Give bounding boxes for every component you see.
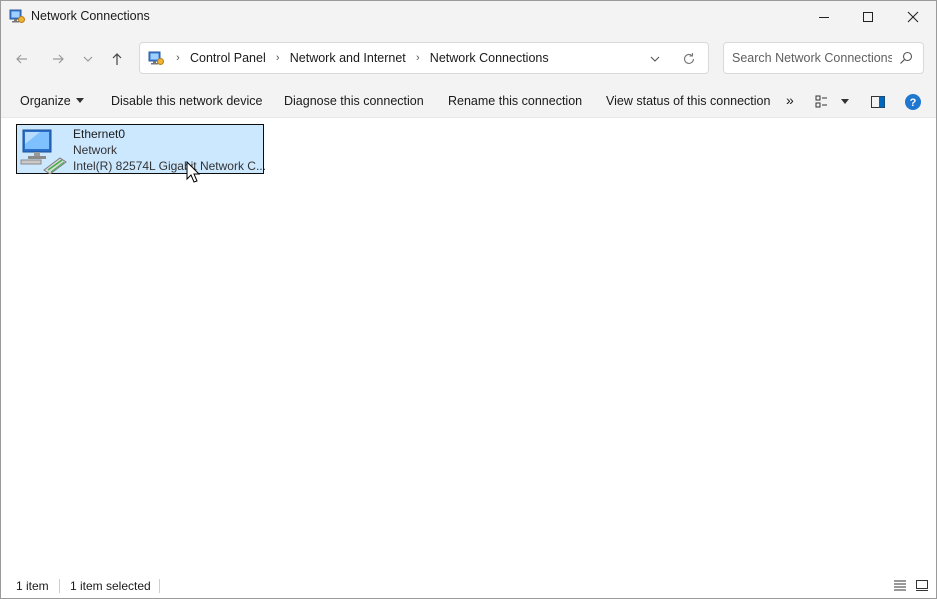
status-divider (59, 579, 60, 593)
search-icon[interactable] (899, 51, 913, 65)
close-button[interactable] (890, 1, 936, 32)
chevron-down-icon (82, 53, 94, 65)
command-bar: Organize Disable this network device Dia… (1, 86, 936, 118)
selection-count: 1 item selected (70, 579, 151, 593)
search-box[interactable] (723, 42, 924, 74)
help-button[interactable]: ? (904, 93, 922, 111)
diagnose-button[interactable]: Diagnose this connection (284, 94, 424, 108)
close-icon (907, 11, 919, 23)
organize-menu[interactable]: Organize (20, 94, 84, 108)
chevron-down-icon (649, 53, 661, 65)
preview-pane-button[interactable] (869, 93, 887, 111)
connection-device: Intel(R) 82574L Gigabit Network C... (73, 159, 266, 173)
help-icon: ? (904, 93, 922, 111)
arrow-up-icon (109, 51, 125, 67)
details-view-button[interactable] (892, 577, 908, 593)
minimize-button[interactable] (801, 1, 847, 32)
caret-down-icon (76, 98, 84, 103)
address-bar[interactable]: › Control Panel › Network and Internet ›… (139, 42, 709, 74)
status-divider (159, 579, 160, 593)
file-list[interactable]: Ethernet0 Network Intel(R) 82574L Gigabi… (1, 118, 936, 573)
refresh-button[interactable] (680, 50, 698, 68)
view-dropdown-button[interactable] (836, 93, 854, 111)
title-bar[interactable]: Network Connections (1, 1, 936, 32)
breadcrumb: › Control Panel › Network and Internet ›… (170, 51, 553, 65)
list-item[interactable]: Ethernet0 Network Intel(R) 82574L Gigabi… (16, 124, 264, 174)
item-count: 1 item (16, 579, 49, 593)
more-commands-button[interactable]: » (786, 92, 794, 108)
details-view-icon (893, 579, 907, 591)
control-panel-icon (9, 8, 25, 24)
preview-pane-icon (870, 95, 886, 109)
arrow-left-icon (14, 51, 30, 67)
window-title: Network Connections (31, 9, 150, 23)
refresh-icon (682, 52, 696, 66)
up-button[interactable] (104, 46, 130, 72)
forward-button[interactable] (45, 46, 71, 72)
disable-device-button[interactable]: Disable this network device (111, 94, 262, 108)
breadcrumb-network-connections[interactable]: Network Connections (426, 51, 553, 65)
rename-button[interactable]: Rename this connection (448, 94, 582, 108)
ethernet-adapter-icon (20, 126, 68, 174)
view-status-button[interactable]: View status of this connection (606, 94, 770, 108)
connection-name: Ethernet0 (73, 127, 125, 141)
address-history-button[interactable] (646, 51, 664, 67)
organize-label: Organize (20, 94, 71, 108)
change-view-button[interactable] (814, 93, 832, 111)
recent-locations-button[interactable] (75, 46, 101, 72)
large-icons-view-button[interactable] (914, 577, 930, 593)
arrow-right-icon (50, 51, 66, 67)
navigation-row: › Control Panel › Network and Internet ›… (1, 32, 936, 86)
breadcrumb-network-and-internet[interactable]: Network and Internet (286, 51, 410, 65)
view-options-icon (815, 95, 831, 109)
maximize-button[interactable] (845, 1, 891, 32)
caret-down-icon (841, 99, 849, 104)
back-button[interactable] (9, 46, 35, 72)
explorer-window: Network Connections (0, 0, 937, 599)
chevron-right-icon[interactable]: › (410, 52, 426, 64)
maximize-icon (862, 11, 874, 23)
breadcrumb-control-panel[interactable]: Control Panel (186, 51, 270, 65)
chevron-right-icon[interactable]: › (170, 52, 186, 64)
mouse-pointer-icon (186, 161, 202, 185)
svg-text:?: ? (910, 97, 917, 109)
status-bar: 1 item 1 item selected (1, 573, 936, 598)
connection-status: Network (73, 143, 117, 157)
chevron-right-icon[interactable]: › (270, 52, 286, 64)
search-input[interactable] (732, 49, 892, 67)
minimize-icon (818, 11, 830, 23)
control-panel-icon (148, 50, 164, 66)
tiles-view-icon (915, 579, 929, 591)
